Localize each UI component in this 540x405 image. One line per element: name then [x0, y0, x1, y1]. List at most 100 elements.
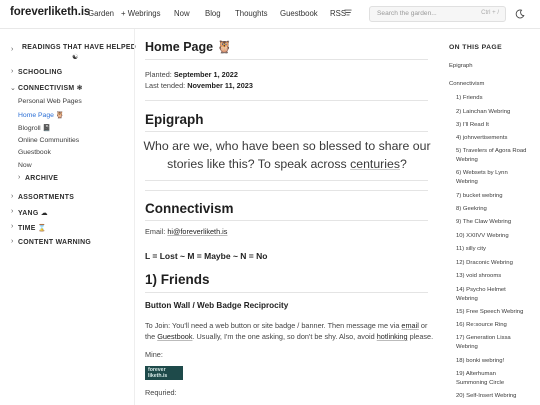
email-link[interactable]: hi@foreverliketh.is — [167, 227, 227, 236]
toc-link[interactable]: 19) Alterhuman Summoning Circle — [456, 370, 504, 388]
join-text: please. — [409, 332, 434, 341]
planted-value: September 1, 2022 — [173, 70, 238, 79]
nav-blog[interactable]: Blog — [205, 9, 221, 18]
nav-webrings[interactable]: + Webrings — [121, 9, 161, 18]
tended-label: Last tended: — [145, 81, 186, 90]
friends-heading: 1) Friends — [145, 272, 210, 287]
connectivism-heading: Connectivism — [145, 201, 234, 216]
toc-title: ON THIS PAGE — [449, 44, 503, 51]
sidebar-connectivism[interactable]: CONNECTIVISM ❃ — [18, 84, 83, 92]
email-line: Email: hi@foreverliketh.is — [145, 227, 227, 236]
chevron-right-icon[interactable]: › — [18, 174, 20, 181]
toc-link[interactable]: 9) The Claw Webring — [456, 218, 511, 227]
toc-link[interactable]: 14) Psycho Helmet Webring — [456, 286, 506, 304]
divider — [145, 292, 428, 293]
toc-link[interactable]: 6) Websets by Lynn Webring — [456, 169, 508, 187]
yin-yang-icon: ☯ — [72, 54, 79, 61]
toc-link[interactable]: 12) Draconic Webring — [456, 259, 513, 268]
status-legend: L = Lost ~ M = Maybe ~ N = No — [145, 251, 268, 261]
nav-thoughts[interactable]: Thoughts — [235, 9, 268, 18]
toc-link-label: 19) Alterhuman — [456, 371, 496, 377]
chevron-right-icon[interactable]: › — [11, 193, 13, 200]
toc-link-label: 7) bucket webring — [456, 193, 503, 199]
epigraph-text: ? — [400, 157, 407, 171]
sidebar-time[interactable]: TIME ⌛ — [18, 224, 47, 232]
epigraph-line: Who are we, who have been so blessed to … — [143, 139, 431, 153]
site-logo[interactable]: foreverliketh.is — [10, 6, 90, 18]
toc-link[interactable]: 1) Friends — [456, 94, 483, 103]
toc-link[interactable]: 10) XXIIVV Webring — [456, 232, 509, 241]
sidebar-readings[interactable]: READINGS THAT HAVE HELPED — [22, 44, 136, 51]
join-instructions-line1: To Join: You'll need a web button or sit… — [145, 321, 427, 330]
tended-date: Last tended: November 11, 2023 — [145, 81, 253, 90]
toc-link-label: Summoning Circle — [456, 380, 505, 386]
toc-link-label: 15) Free Speech Webring — [456, 309, 524, 315]
sidebar-item-home-page[interactable]: Home Page 🦉 — [18, 111, 64, 119]
epigraph-line: stories like this? To speak across centu… — [140, 155, 434, 173]
sidebar-yang[interactable]: YANG ☁ — [18, 209, 48, 217]
toc-link[interactable]: 17) Generation Lissa Webring — [456, 334, 511, 352]
search-input[interactable]: Search the garden... Ctrl + / — [369, 6, 506, 22]
chevron-right-icon[interactable]: › — [11, 68, 13, 75]
nav-now[interactable]: Now — [174, 9, 190, 18]
toc-link-label: 14) Psycho Helmet — [456, 287, 506, 293]
toc-link[interactable]: 16) Re:source Ring — [456, 321, 507, 330]
toc-link[interactable]: Epigraph — [449, 62, 473, 71]
chevron-right-icon[interactable]: › — [11, 208, 13, 215]
divider — [145, 131, 428, 132]
toc-link[interactable]: 13) void shrooms — [456, 272, 501, 281]
nav-guestbook[interactable]: Guestbook — [280, 9, 318, 18]
rss-icon[interactable] — [344, 8, 352, 17]
sidebar-item-now[interactable]: Now — [18, 162, 32, 169]
epigraph-quote: Who are we, who have been so blessed to … — [140, 137, 434, 173]
guestbook-link[interactable]: Guestbook — [157, 332, 192, 341]
centuries-link[interactable]: centuries — [350, 157, 400, 171]
top-header: foreverliketh.is Garden + Webrings Now B… — [0, 0, 540, 29]
toc-link[interactable]: 15) Free Speech Webring — [456, 308, 523, 317]
planted-label: Planted: — [145, 70, 172, 79]
chevron-right-icon[interactable]: › — [11, 223, 13, 230]
sidebar-item-online-communities[interactable]: Online Communities — [18, 137, 79, 144]
sidebar-schooling[interactable]: SCHOOLING — [18, 69, 62, 76]
page-title: Home Page 🦉 — [145, 40, 232, 55]
toc-link-label: 20) Self-Insert Webring — [456, 393, 517, 399]
sidebar-archive[interactable]: ARCHIVE — [25, 175, 58, 182]
toc-link[interactable]: Connectivism — [449, 80, 484, 89]
chevron-down-icon[interactable]: ⌄ — [10, 84, 16, 92]
chevron-right-icon[interactable]: › — [11, 46, 13, 53]
email-link[interactable]: email — [401, 321, 418, 330]
sidebar-assortments[interactable]: ASSORTMENTS — [18, 194, 74, 201]
sidebar-content-warning[interactable]: CONTENT WARNING — [18, 239, 91, 246]
toc-link[interactable]: 2) Lainchan Webring — [456, 108, 510, 117]
nav-garden[interactable]: Garden — [88, 9, 114, 18]
toc-link[interactable]: 20) Self-Insert Webring — [456, 392, 516, 401]
toc-link[interactable]: 18) bonki webring! — [456, 357, 504, 366]
toc-link[interactable]: 8) Geekring — [456, 205, 487, 214]
toc-link-label: 4) johnvertisements — [456, 135, 508, 141]
toc-link-label: 8) Geekring — [456, 206, 487, 212]
chevron-right-icon[interactable]: › — [11, 238, 13, 245]
sidebar-item-personal-web-pages[interactable]: Personal Web Pages — [18, 98, 82, 105]
toc-link-label: 12) Draconic Webring — [456, 260, 513, 266]
epigraph-heading: Epigraph — [145, 112, 204, 127]
join-instructions-line2: the Guestbook. Usually, I'm the one aski… — [145, 332, 433, 341]
join-text: . Usually, I'm the one asking, so don't … — [192, 332, 375, 341]
search-placeholder: Search the garden... — [377, 10, 437, 17]
sidebar-item-guestbook[interactable]: Guestbook — [18, 149, 51, 156]
tended-value: November 11, 2023 — [187, 81, 253, 90]
toc-link[interactable]: 3) I'll Read It — [456, 121, 489, 130]
hotlinking-link[interactable]: hotlinking — [377, 332, 408, 341]
toc-link[interactable]: 7) bucket webring — [456, 192, 503, 201]
toc-link[interactable]: 11) silly city — [456, 245, 486, 254]
toc-link[interactable]: 5) Travelers of Agora Road Webring — [456, 147, 526, 165]
site-web-button-badge: forever liketh.is — [145, 366, 183, 380]
toc-link-label: Webring — [456, 179, 478, 185]
toc-link[interactable]: 4) johnvertisements — [456, 134, 507, 143]
toc-link-label: 5) Travelers of Agora Road — [456, 148, 527, 154]
toc-link-label: 16) Re:source Ring — [456, 322, 507, 328]
toc-link-label: Webring — [456, 344, 478, 350]
toc-link-label: 11) silly city — [456, 246, 487, 252]
divider — [145, 220, 428, 221]
sidebar-item-blogroll[interactable]: Blogroll 📓 — [18, 124, 51, 132]
dark-mode-moon-icon[interactable] — [515, 9, 525, 19]
